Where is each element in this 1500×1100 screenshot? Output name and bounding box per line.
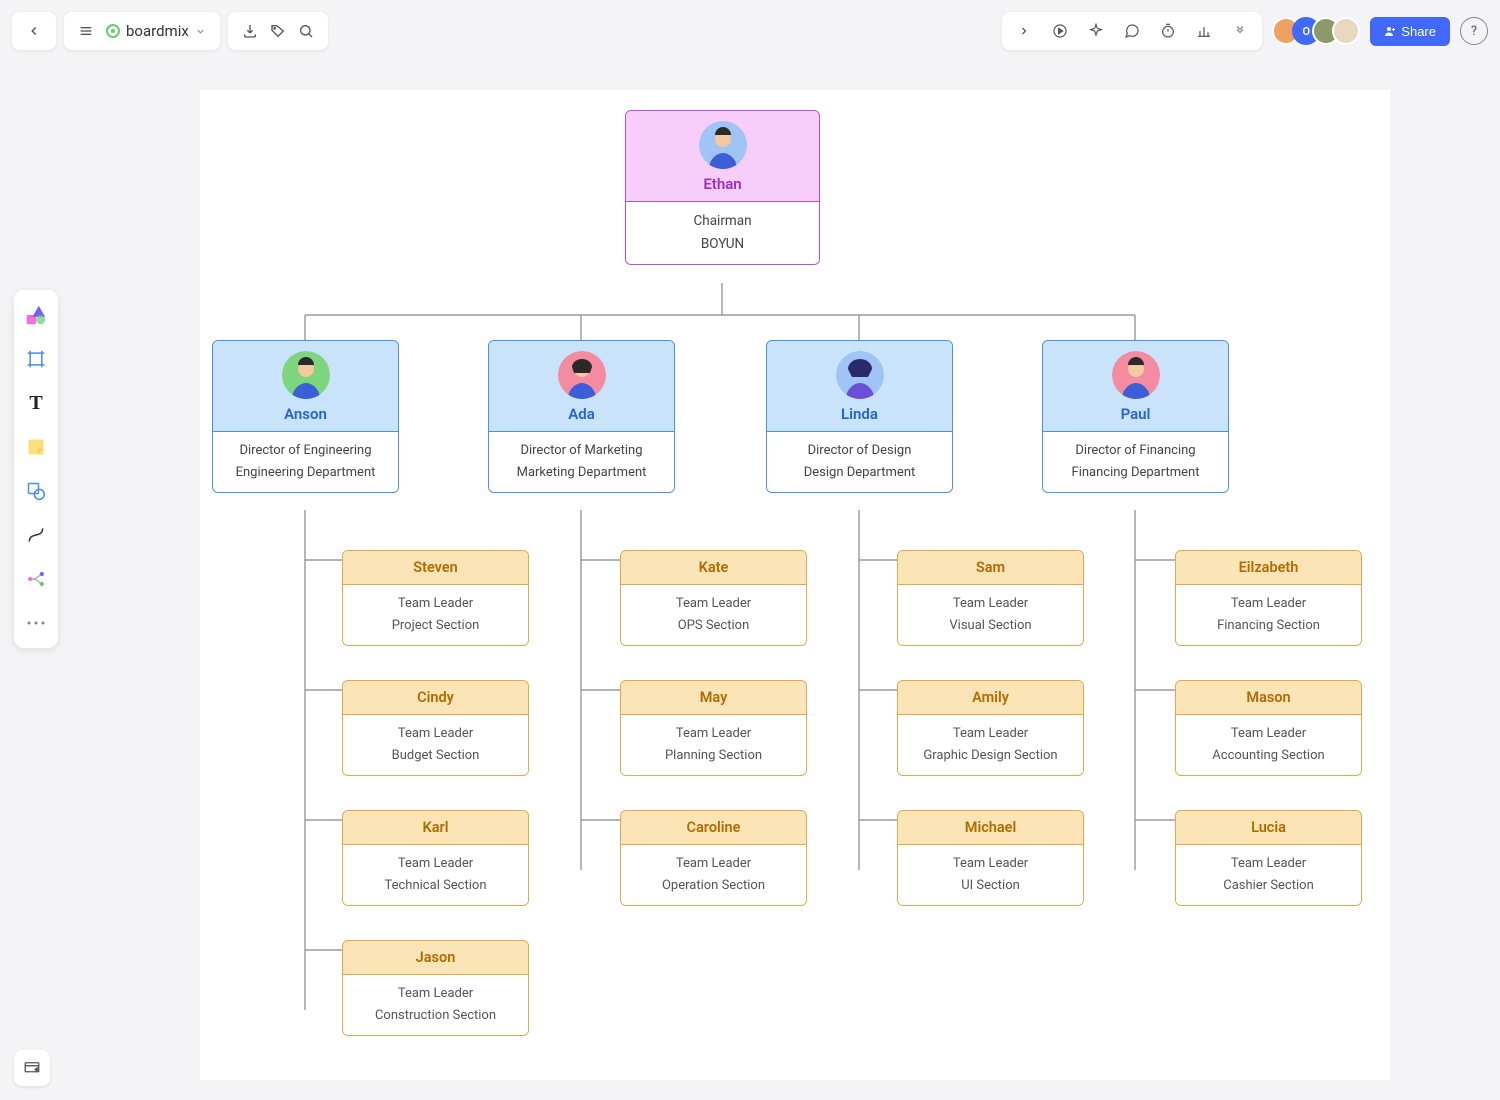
org-node-team[interactable]: AmilyTeam LeaderGraphic Design Section — [897, 680, 1084, 776]
brand-title[interactable]: boardmix — [100, 22, 212, 40]
presentation-button[interactable] — [14, 1050, 50, 1086]
node-header: Paul — [1043, 341, 1228, 431]
brand-group: boardmix — [64, 12, 220, 50]
node-org: BOYUN — [626, 233, 819, 256]
connector-tool[interactable] — [21, 520, 51, 550]
user-plus-icon — [1384, 25, 1396, 37]
node-name: Ada — [489, 405, 674, 423]
org-node-ceo[interactable]: Ethan Chairman BOYUN — [625, 110, 820, 265]
node-body: Chairman BOYUN — [626, 201, 819, 264]
node-title: Director of Financing — [1043, 440, 1228, 462]
comment-button[interactable] — [1118, 17, 1146, 45]
node-name: Ethan — [626, 175, 819, 193]
shapes-tool[interactable] — [21, 300, 51, 330]
board-icon — [23, 1059, 41, 1077]
right-action-group — [1002, 12, 1262, 50]
left-tool-palette: T — [14, 290, 58, 648]
org-node-team[interactable]: StevenTeam LeaderProject Section — [342, 550, 529, 646]
node-title: Director of Design — [767, 440, 952, 462]
node-body: Director of Financing Financing Departme… — [1043, 431, 1228, 492]
more-tools[interactable] — [21, 608, 51, 638]
frame-tool[interactable] — [21, 344, 51, 374]
node-name: Linda — [767, 405, 952, 423]
avatar-icon — [699, 121, 747, 169]
back-button[interactable] — [20, 17, 48, 45]
cloud-status-icon — [106, 24, 120, 38]
chart-button[interactable] — [1190, 17, 1218, 45]
org-node-director[interactable]: Ada Director of Marketing Marketing Depa… — [488, 340, 675, 493]
top-right-toolbar: O Share ? — [1002, 12, 1488, 50]
text-tool[interactable]: T — [21, 388, 51, 418]
node-body: Director of Engineering Engineering Depa… — [213, 431, 398, 492]
node-dept: Financing Department — [1043, 462, 1228, 484]
node-dept: Marketing Department — [489, 462, 674, 484]
timer-button[interactable] — [1154, 17, 1182, 45]
share-label: Share — [1401, 24, 1436, 39]
node-title: Director of Marketing — [489, 440, 674, 462]
collaborator-avatars[interactable]: O — [1272, 17, 1360, 45]
play-button[interactable] — [1046, 17, 1074, 45]
node-dept: Engineering Department — [213, 462, 398, 484]
node-header: Ada — [489, 341, 674, 431]
download-button[interactable] — [236, 17, 264, 45]
org-node-team[interactable]: CarolineTeam LeaderOperation Section — [620, 810, 807, 906]
node-name: Paul — [1043, 405, 1228, 423]
avatar-icon — [1112, 351, 1160, 399]
org-node-team[interactable]: JasonTeam LeaderConstruction Section — [342, 940, 529, 1036]
node-name: Anson — [213, 405, 398, 423]
org-node-team[interactable]: EilzabethTeam LeaderFinancing Section — [1175, 550, 1362, 646]
node-body: Director of Marketing Marketing Departme… — [489, 431, 674, 492]
org-node-team[interactable]: MayTeam LeaderPlanning Section — [620, 680, 807, 776]
node-body: Director of Design Design Department — [767, 431, 952, 492]
node-title: Director of Engineering — [213, 440, 398, 462]
expand-button[interactable] — [1010, 17, 1038, 45]
org-node-team[interactable]: KateTeam LeaderOPS Section — [620, 550, 807, 646]
sticky-tool[interactable] — [21, 432, 51, 462]
chevron-down-icon — [195, 26, 206, 37]
sparkle-button[interactable] — [1082, 17, 1110, 45]
avatar-icon — [558, 351, 606, 399]
org-node-team[interactable]: MasonTeam LeaderAccounting Section — [1175, 680, 1362, 776]
org-node-director[interactable]: Anson Director of Engineering Engineerin… — [212, 340, 399, 493]
menu-button[interactable] — [72, 17, 100, 45]
avatar-icon — [282, 351, 330, 399]
org-node-team[interactable]: KarlTeam LeaderTechnical Section — [342, 810, 529, 906]
org-node-director[interactable]: Paul Director of Financing Financing Dep… — [1042, 340, 1229, 493]
action-group — [228, 12, 328, 50]
back-group — [12, 12, 56, 50]
avatar-icon — [836, 351, 884, 399]
canvas[interactable]: Ethan Chairman BOYUN Anson Director of E… — [200, 90, 1390, 1080]
avatar — [1332, 17, 1360, 45]
search-button[interactable] — [292, 17, 320, 45]
org-node-team[interactable]: MichaelTeam LeaderUI Section — [897, 810, 1084, 906]
more-button[interactable] — [1226, 17, 1254, 45]
org-node-team[interactable]: SamTeam LeaderVisual Section — [897, 550, 1084, 646]
tag-button[interactable] — [264, 17, 292, 45]
node-header: Ethan — [626, 111, 819, 201]
shape-tool[interactable] — [21, 476, 51, 506]
org-node-team[interactable]: CindyTeam LeaderBudget Section — [342, 680, 529, 776]
help-button[interactable]: ? — [1460, 17, 1488, 45]
share-button[interactable]: Share — [1370, 17, 1450, 46]
node-dept: Design Department — [767, 462, 952, 484]
top-left-toolbar: boardmix — [12, 12, 328, 50]
node-header: Anson — [213, 341, 398, 431]
brand-label: boardmix — [126, 22, 189, 40]
mindmap-tool[interactable] — [21, 564, 51, 594]
node-header: Linda — [767, 341, 952, 431]
node-title: Chairman — [626, 210, 819, 233]
org-node-team[interactable]: LuciaTeam LeaderCashier Section — [1175, 810, 1362, 906]
org-node-director[interactable]: Linda Director of Design Design Departme… — [766, 340, 953, 493]
